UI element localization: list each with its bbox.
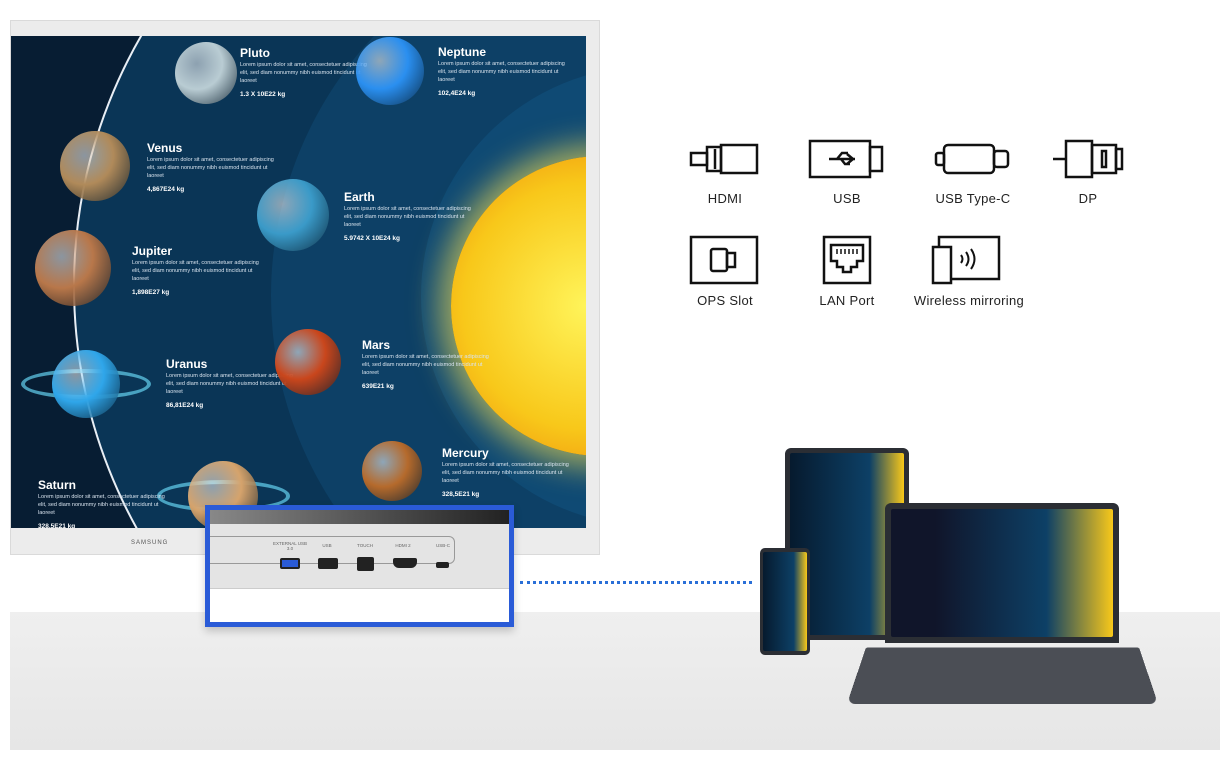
planet-description: Lorem ipsum dolor sit amet, consectetuer…	[344, 206, 471, 228]
planet-info: Earth Lorem ipsum dolor sit amet, consect…	[344, 190, 474, 242]
usb-c-port	[436, 562, 449, 568]
planet-mass: 4,867E24 kg	[147, 186, 185, 193]
brand-logo: SAMSUNG	[131, 540, 169, 546]
planet-mercury	[362, 441, 422, 501]
port-label: EXTERNAL USB 3.0	[272, 541, 308, 551]
planet-earth	[257, 179, 329, 251]
planet-mass: 328,5E21 kg	[38, 523, 76, 528]
displayport-icon	[1053, 139, 1124, 179]
planet-name: Earth	[344, 190, 375, 204]
usb-icon	[808, 139, 884, 179]
planet-description: Lorem ipsum dolor sit amet, consectetuer…	[147, 157, 274, 179]
port-label: TOUCH	[357, 543, 373, 548]
planet-info: Jupiter Lorem ipsum dolor sit amet, conse…	[132, 244, 262, 296]
planet-mass: 328,5E21 kg	[442, 491, 480, 498]
planet-name: Neptune	[438, 45, 486, 59]
planet-mars	[275, 329, 341, 395]
port-label: HDMI 2	[395, 543, 411, 548]
port-label: USB-C	[435, 543, 450, 548]
connectivity-ops: OPS Slot	[655, 235, 795, 308]
planet-info: Saturn Lorem ipsum dolor sit amet, consec…	[38, 478, 168, 528]
bezel-edge	[210, 510, 509, 524]
planet-info: Venus Lorem ipsum dolor sit amet, consect…	[147, 141, 277, 193]
planet-name: Saturn	[38, 478, 77, 492]
planet-mass: 1.3 X 10E22 kg	[240, 91, 286, 98]
planet-uranus	[52, 350, 120, 418]
planet-description: Lorem ipsum dolor sit amet, consectetuer…	[442, 462, 569, 484]
planet-description: Lorem ipsum dolor sit amet, consectetuer…	[438, 61, 565, 83]
planet-neptune	[356, 37, 424, 105]
flip-display: Pluto Lorem ipsum dolor sit amet, consect…	[10, 20, 600, 555]
connectivity-label: HDMI	[707, 191, 743, 206]
planet-pluto	[175, 42, 237, 104]
connectivity-label: DP	[1078, 191, 1098, 206]
planet-mass: 86,81E24 kg	[166, 402, 204, 409]
planet-name: Venus	[147, 141, 183, 155]
connectivity-label: Wireless mirroring	[913, 293, 1025, 308]
display-screen: Pluto Lorem ipsum dolor sit amet, consect…	[11, 36, 586, 528]
planet-mass: 1,898E27 kg	[132, 289, 170, 296]
usb3-port	[280, 558, 300, 569]
planet-description: Lorem ipsum dolor sit amet, consectetuer…	[166, 373, 293, 395]
planet-description: Lorem ipsum dolor sit amet, consectetuer…	[38, 494, 165, 516]
port-callout: EXTERNAL USB 3.0 USB TOUCH HDMI 2 USB-C	[205, 505, 514, 627]
port-label: USB	[322, 543, 332, 548]
wireless-mirroring-icon	[931, 235, 1001, 285]
planet-info: Mercury Lorem ipsum dolor sit amet, conse…	[442, 446, 572, 498]
phone-screen	[763, 552, 807, 651]
laptop-screen	[891, 509, 1113, 637]
laptop-keyboard	[846, 647, 1159, 705]
hdmi-port	[393, 558, 417, 568]
connectivity-label: OPS Slot	[697, 293, 753, 308]
planet-mass: 5.9742 X 10E24 kg	[344, 235, 401, 242]
laptop-device	[885, 503, 1119, 643]
planet-name: Jupiter	[132, 244, 173, 258]
planet-description: Lorem ipsum dolor sit amet, consectetuer…	[132, 260, 259, 282]
connectivity-label: LAN Port	[819, 293, 875, 308]
planet-info: Neptune Lorem ipsum dolor sit amet, conse…	[438, 45, 568, 97]
connectivity-hdmi: HDMI	[655, 135, 795, 206]
port-panel: EXTERNAL USB 3.0 USB TOUCH HDMI 2 USB-C	[210, 524, 509, 589]
planet-venus	[60, 131, 130, 201]
planet-jupiter	[35, 230, 111, 306]
phone-device	[760, 548, 810, 655]
connectivity-lan: LAN Port	[777, 235, 917, 308]
usb-port	[318, 558, 338, 569]
planet-mass: 102,4E24 kg	[438, 90, 476, 97]
connectivity-wireless: Wireless mirroring	[899, 235, 1039, 308]
planet-description: Lorem ipsum dolor sit amet, consectetuer…	[240, 62, 367, 84]
planet-name: Mars	[362, 338, 391, 352]
lan-port-icon	[822, 235, 872, 285]
planet-name: Mercury	[442, 446, 489, 460]
hdmi-icon	[689, 143, 759, 175]
planet-name: Pluto	[240, 46, 270, 60]
usb-c-icon	[934, 143, 1010, 175]
connectivity-usb: USB	[777, 135, 917, 206]
planet-info: Pluto Lorem ipsum dolor sit amet, consect…	[240, 46, 370, 98]
touch-port	[357, 557, 374, 571]
planet-info: Mars Lorem ipsum dolor sit amet, consecte…	[362, 338, 492, 390]
planet-mass: 639E21 kg	[362, 383, 394, 390]
connectivity-label: USB	[833, 191, 861, 206]
connection-line	[520, 581, 752, 584]
planet-description: Lorem ipsum dolor sit amet, consectetuer…	[362, 354, 489, 376]
ops-slot-icon	[689, 235, 759, 285]
connectivity-dp: DP	[1018, 135, 1158, 206]
